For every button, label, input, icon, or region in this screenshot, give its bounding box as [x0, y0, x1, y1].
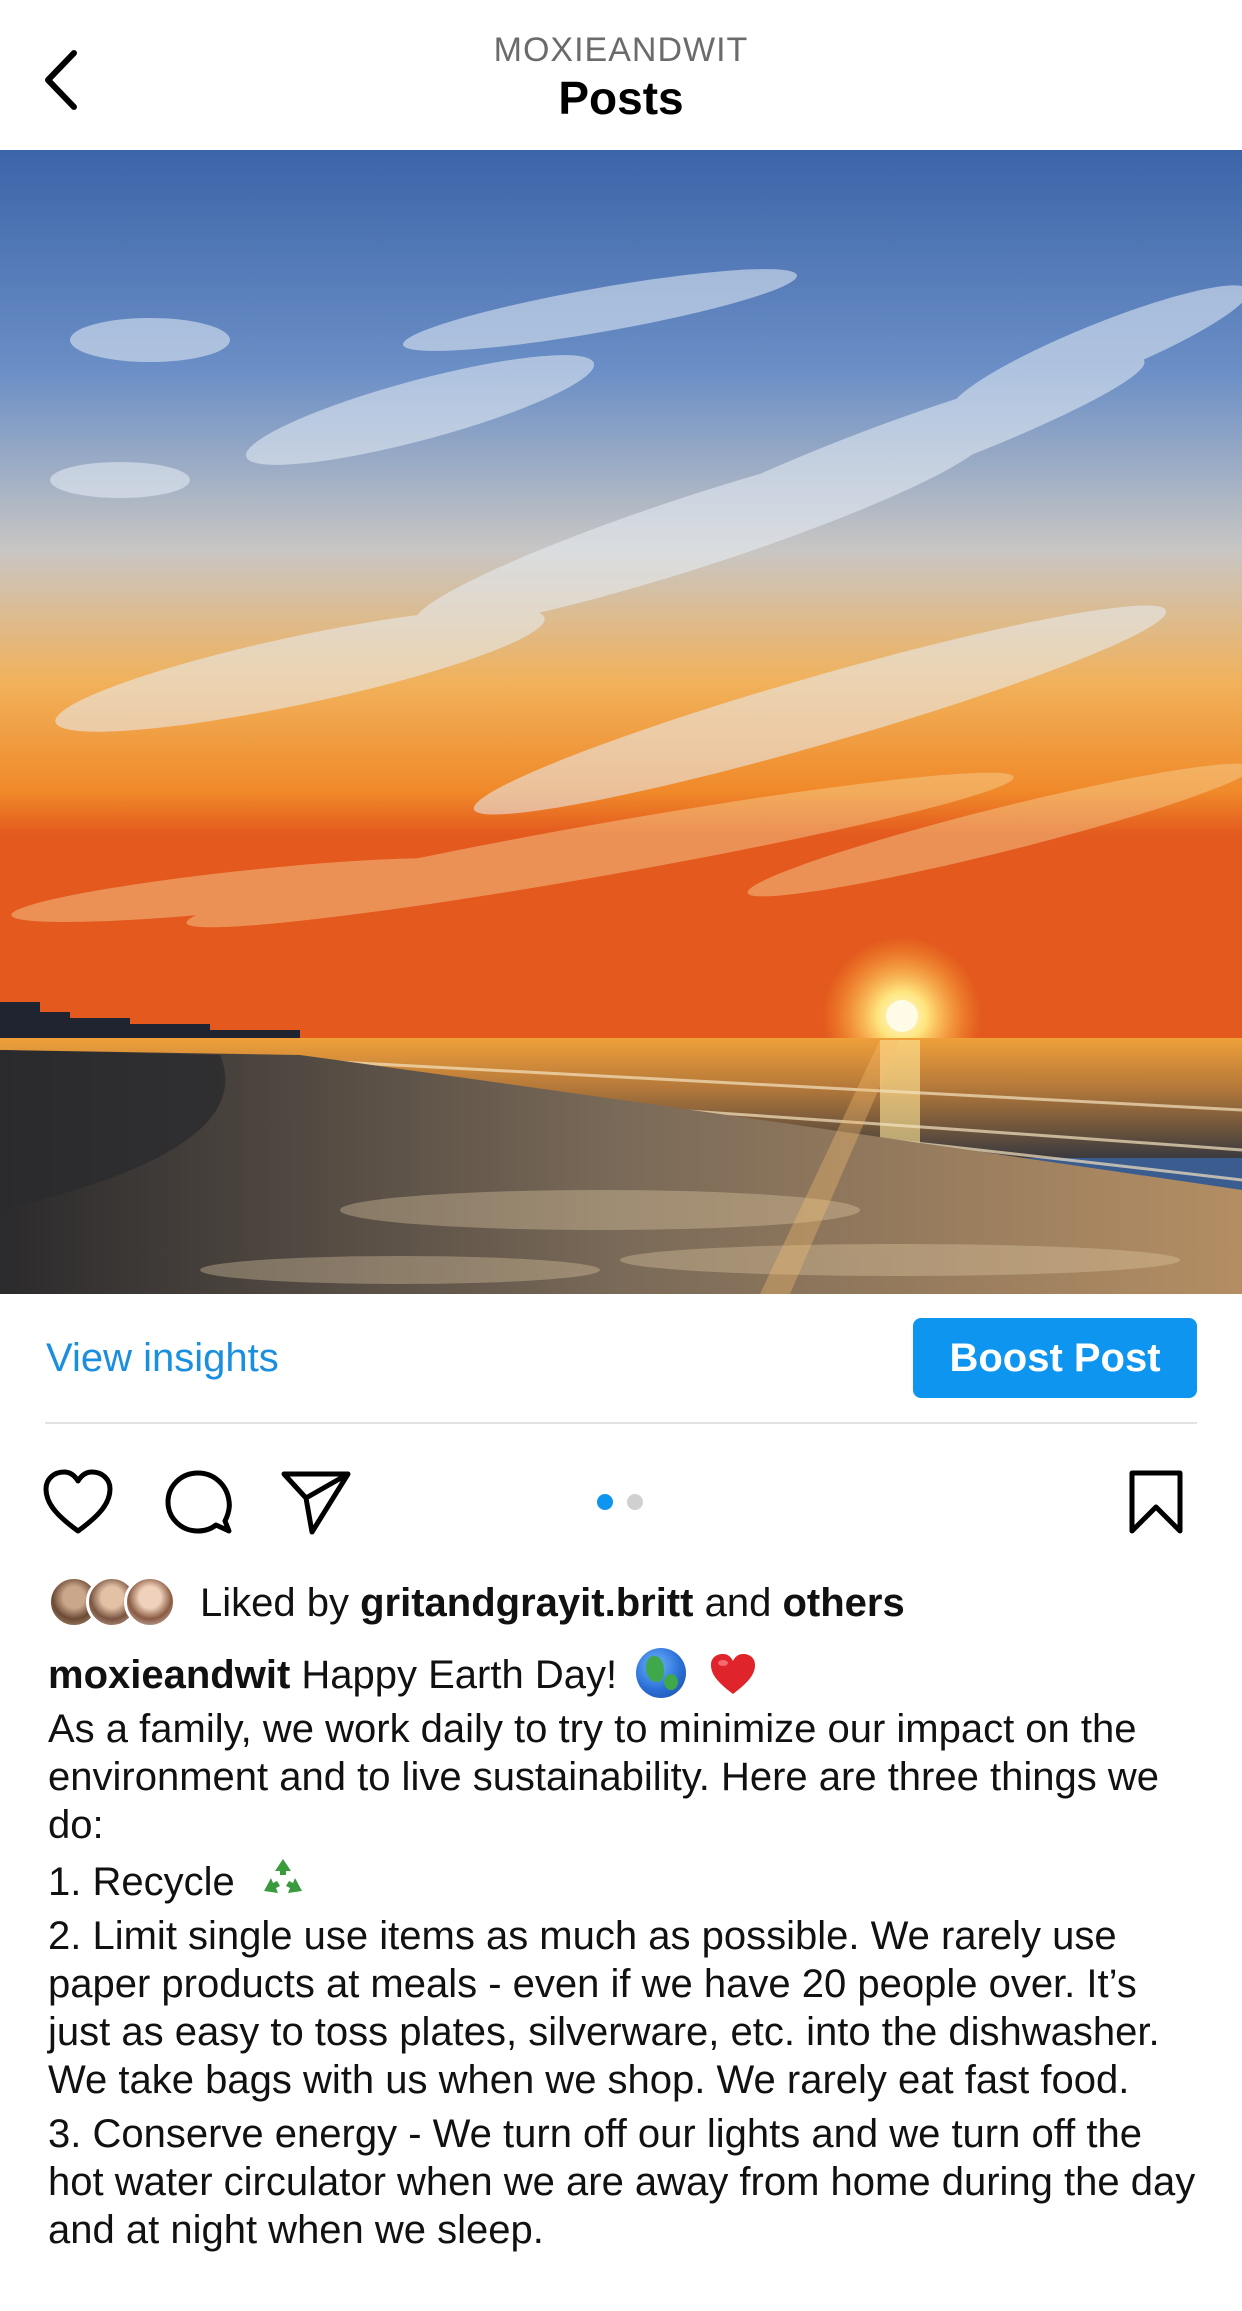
- header-titles: MOXIEANDWIT Posts: [0, 30, 1242, 126]
- caption-headline: Happy Earth Day!: [301, 1653, 618, 1697]
- globe-emoji-icon: [636, 1648, 687, 1698]
- insights-bar: View insights Boost Post: [0, 1294, 1242, 1422]
- send-icon: [281, 1471, 351, 1535]
- red-heart-emoji-icon: [711, 1654, 756, 1694]
- recycle-emoji-icon: [263, 1859, 302, 1893]
- avatar: [124, 1576, 176, 1628]
- caption-item-1: 1. Recycle: [48, 1860, 235, 1904]
- like-button[interactable]: [40, 1464, 116, 1540]
- likes-others[interactable]: others: [782, 1581, 904, 1625]
- likes-row: Liked by gritandgrayit.britt and others: [0, 1566, 1242, 1640]
- likes-prefix: Liked by: [200, 1580, 349, 1625]
- bookmark-icon: [1129, 1470, 1183, 1534]
- likes-conjunction: and: [704, 1580, 772, 1625]
- top-nav-bar: MOXIEANDWIT Posts: [0, 0, 1242, 150]
- carousel-dot-active: [597, 1494, 613, 1510]
- comment-icon: [165, 1470, 232, 1534]
- post-caption: moxieandwit Happy Earth Day! As a family…: [0, 1640, 1242, 2254]
- likes-text[interactable]: Liked by gritandgrayit.britt and others: [200, 1581, 905, 1626]
- caption-item-2: 2. Limit single use items as much as pos…: [48, 1914, 1160, 2102]
- liker-username[interactable]: gritandgrayit.britt: [360, 1581, 693, 1625]
- page-title: Posts: [558, 72, 684, 124]
- save-button[interactable]: [1118, 1464, 1194, 1540]
- heart-icon: [43, 1469, 113, 1534]
- caption-username[interactable]: moxieandwit: [48, 1653, 290, 1697]
- caption-item-3: 3. Conserve energy - We turn off our lig…: [48, 2112, 1196, 2252]
- header-username: MOXIEANDWIT: [493, 31, 749, 69]
- boost-post-button[interactable]: Boost Post: [913, 1318, 1197, 1398]
- carousel-dot: [627, 1494, 643, 1510]
- liker-avatars: [48, 1576, 180, 1630]
- sunset-beach-image: [0, 150, 1242, 1294]
- post-actions: [0, 1424, 1242, 1566]
- post-photo[interactable]: [0, 150, 1242, 1294]
- share-button[interactable]: [278, 1464, 354, 1540]
- view-insights-link[interactable]: View insights: [46, 1336, 279, 1381]
- caption-intro: As a family, we work daily to try to min…: [48, 1707, 1159, 1847]
- comment-button[interactable]: [160, 1464, 236, 1540]
